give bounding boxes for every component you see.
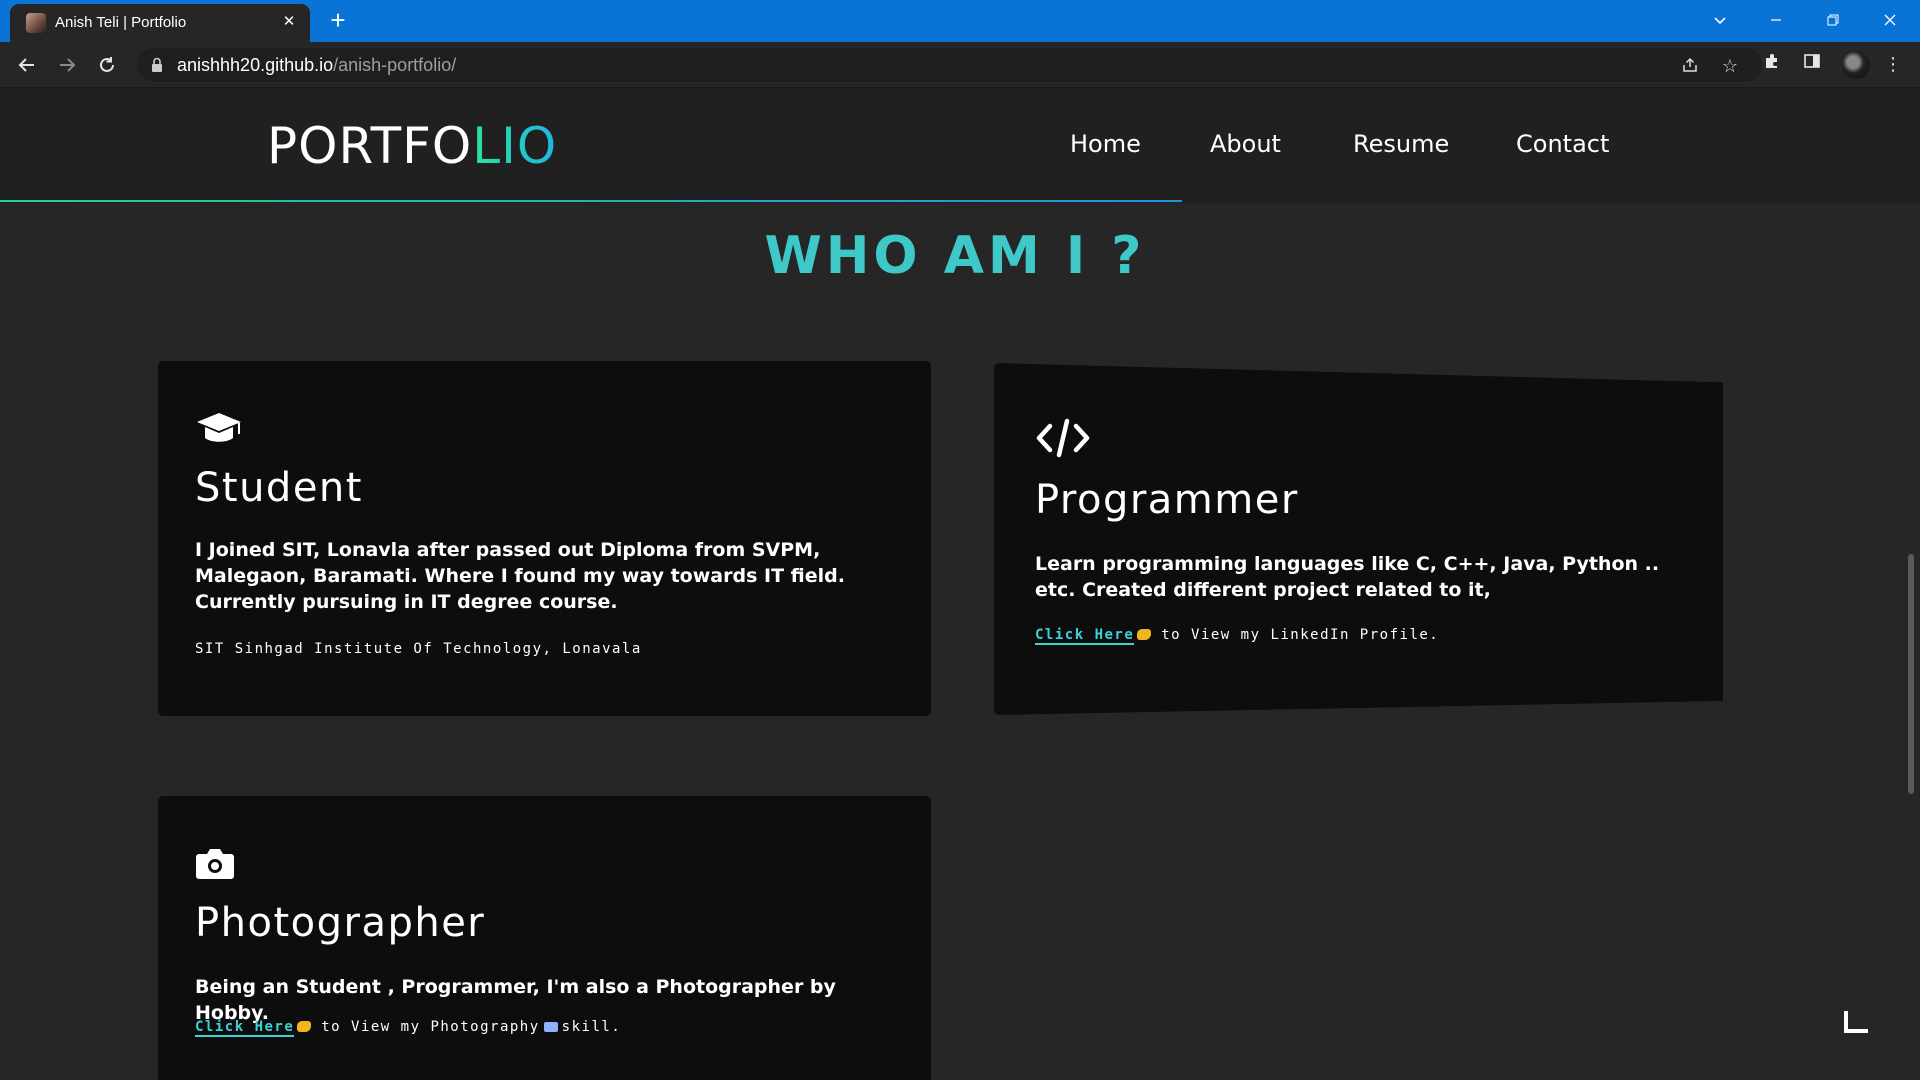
- student-card: Student I Joined SIT, Lonavla after pass…: [158, 361, 931, 716]
- nav-resume[interactable]: Resume: [1353, 130, 1449, 158]
- site-logo[interactable]: PORTFOLIO: [267, 117, 557, 175]
- url-text: anishhh20.github.io/anish-portfolio/: [177, 55, 457, 75]
- camera-icon: [196, 849, 234, 879]
- address-bar[interactable]: anishhh20.github.io/anish-portfolio/ ☆: [137, 48, 1762, 82]
- tab-title: Anish Teli | Portfolio: [55, 14, 187, 31]
- graduation-cap-icon: [197, 413, 241, 442]
- programmer-title: Programmer: [1035, 477, 1299, 523]
- pointing-hand-icon: [1137, 629, 1152, 640]
- web-page: PORTFOLIO Home About Resume Contact WHO …: [0, 88, 1920, 1080]
- student-description: I Joined SIT, Lonavla after passed out D…: [195, 539, 845, 613]
- site-header: PORTFOLIO Home About Resume Contact: [0, 88, 1920, 203]
- scroll-corner-icon[interactable]: [1842, 1007, 1872, 1037]
- profile-avatar[interactable]: [1842, 51, 1870, 79]
- close-window-button[interactable]: [1870, 5, 1910, 35]
- back-button[interactable]: [12, 50, 42, 80]
- code-icon: [1036, 418, 1090, 458]
- browser-tab[interactable]: Anish Teli | Portfolio ✕: [10, 4, 310, 42]
- minimize-button[interactable]: [1756, 5, 1796, 35]
- browser-toolbar: anishhh20.github.io/anish-portfolio/ ☆ ⋮: [0, 42, 1920, 88]
- extensions-puzzle-icon[interactable]: [1759, 52, 1785, 78]
- linkedin-link[interactable]: Click Here: [1035, 627, 1135, 645]
- menu-kebab-icon[interactable]: ⋮: [1880, 52, 1906, 78]
- lock-icon: [152, 57, 162, 72]
- programmer-link-row: Click Here to View my LinkedIn Profile.: [1035, 627, 1440, 645]
- camera-emoji-icon: [543, 1022, 558, 1032]
- photography-link-suffix-end: skill.: [561, 1019, 622, 1035]
- share-icon[interactable]: [1677, 56, 1703, 76]
- tab-search-icon[interactable]: [1700, 5, 1740, 35]
- nav-contact[interactable]: Contact: [1516, 130, 1609, 158]
- favicon: [26, 13, 46, 33]
- nav-about[interactable]: About: [1210, 130, 1281, 158]
- pointing-hand-icon: [297, 1021, 312, 1032]
- programmer-card: Programmer Learn programming languages l…: [994, 363, 1723, 715]
- new-tab-button[interactable]: +: [324, 7, 352, 35]
- linkedin-link-suffix: to View my LinkedIn Profile.: [1161, 627, 1440, 643]
- photography-link-row: Click Here to View my Photography skill.: [195, 1019, 622, 1037]
- photography-link[interactable]: Click Here: [195, 1019, 295, 1037]
- forward-button[interactable]: [52, 50, 82, 80]
- photography-link-suffix: to View my Photography: [321, 1019, 540, 1035]
- reload-button[interactable]: [92, 50, 122, 80]
- programmer-description: Learn programming languages like C, C++,…: [1035, 553, 1660, 601]
- section-title: WHO AM I ?: [764, 226, 1146, 286]
- side-panel-icon[interactable]: [1799, 52, 1825, 78]
- close-icon[interactable]: ✕: [278, 11, 300, 33]
- browser-tab-bar: Anish Teli | Portfolio ✕ +: [0, 0, 1920, 42]
- page-scrollbar-thumb[interactable]: [1908, 554, 1914, 794]
- photographer-title: Photographer: [195, 900, 486, 946]
- header-scroll-progress: [0, 200, 1182, 202]
- bookmark-star-icon[interactable]: ☆: [1717, 56, 1743, 76]
- nav-home[interactable]: Home: [1070, 130, 1141, 158]
- restore-button[interactable]: [1813, 5, 1853, 35]
- photographer-card: Photographer Being an Student , Programm…: [158, 796, 931, 1080]
- student-institute: SIT Sinhgad Institute Of Technology, Lon…: [195, 641, 642, 657]
- student-title: Student: [195, 465, 363, 511]
